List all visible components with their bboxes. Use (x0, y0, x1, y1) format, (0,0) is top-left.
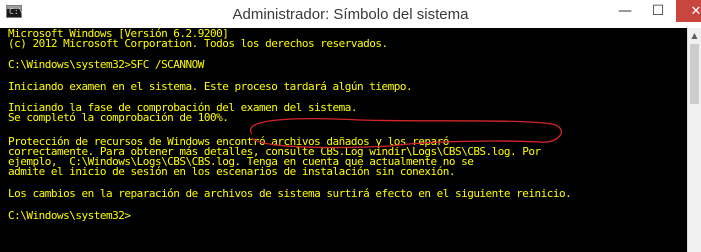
minimize-button[interactable]: — (610, 0, 640, 22)
window-title: Administrador: Símbolo del sistema (232, 6, 469, 23)
close-button[interactable]: ✕ (676, 0, 701, 22)
title-bar: C:\ Administrador: Símbolo del sistema —… (0, 0, 701, 29)
maximize-button[interactable]: ☐ (643, 0, 673, 22)
red-circle-annotation (249, 118, 563, 149)
scroll-thumb[interactable] (690, 44, 699, 104)
console-output[interactable]: Microsoft Windows [Versión 6.2.9200] (c)… (0, 28, 687, 252)
scroll-up-arrow-icon[interactable]: ▲ (688, 28, 701, 42)
vertical-scrollbar[interactable]: ▲ (687, 28, 701, 252)
